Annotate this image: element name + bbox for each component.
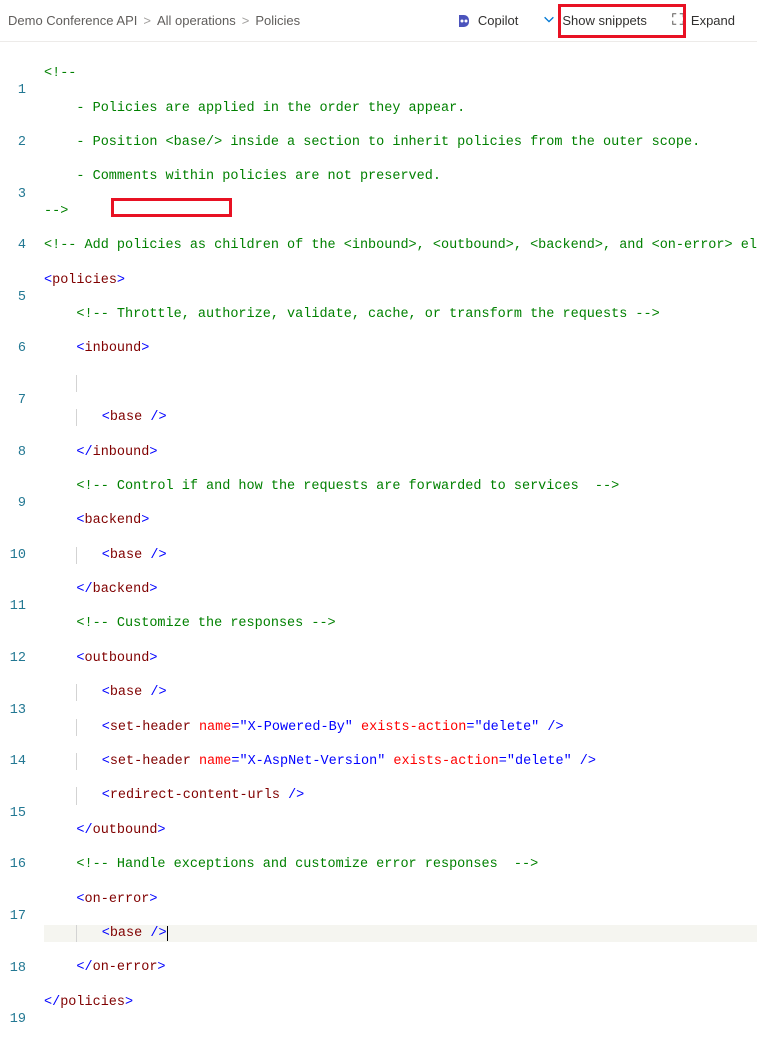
line-number: 15: [0, 805, 26, 822]
code-line: - Position <base/> inside a section to i…: [44, 134, 757, 151]
line-number: 10: [0, 547, 26, 564]
code-line: <!-- Handle exceptions and customize err…: [44, 856, 757, 873]
code-line-active: <base />: [44, 925, 757, 942]
annotation-highlight-line10: [111, 198, 232, 217]
code-line: <set-header name="X-Powered-By" exists-a…: [44, 719, 757, 736]
line-gutter: 1 2 3 4 5 6 7 8 9 10 11 12 13 14 15 16 1…: [0, 48, 44, 1056]
line-number: 6: [0, 340, 26, 357]
text-cursor: [167, 926, 168, 941]
code-line: </backend>: [44, 581, 757, 598]
code-line: <inbound>: [44, 340, 757, 357]
copilot-label: Copilot: [478, 13, 518, 28]
line-number: 4: [0, 237, 26, 254]
code-line: <set-header name="X-AspNet-Version" exis…: [44, 753, 757, 770]
code-line: <base />: [44, 409, 757, 426]
line-number: 18: [0, 960, 26, 977]
code-line: - Comments within policies are not prese…: [44, 168, 757, 185]
code-line: - Policies are applied in the order they…: [44, 100, 757, 117]
code-line: <outbound>: [44, 650, 757, 667]
breadcrumb-sep: >: [242, 13, 250, 28]
breadcrumb: Demo Conference API > All operations > P…: [8, 13, 300, 28]
code-line: <!-- Add policies as children of the <in…: [44, 237, 757, 254]
copilot-icon: [456, 13, 472, 29]
line-number: 3: [0, 186, 26, 203]
line-number: 14: [0, 753, 26, 770]
code-line: <backend>: [44, 512, 757, 529]
code-line: </policies>: [44, 994, 757, 1011]
code-line: </outbound>: [44, 822, 757, 839]
code-line: <!--: [44, 65, 757, 82]
chevron-down-icon: [542, 12, 556, 29]
code-line: <on-error>: [44, 891, 757, 908]
line-number: 13: [0, 702, 26, 719]
line-number: 2: [0, 134, 26, 151]
line-number: 7: [0, 392, 26, 409]
breadcrumb-item-policies[interactable]: Policies: [255, 13, 300, 28]
code-line: </inbound>: [44, 444, 757, 461]
code-line: <redirect-content-urls />: [44, 787, 757, 804]
code-line: </on-error>: [44, 959, 757, 976]
line-number: 12: [0, 650, 26, 667]
line-number: 5: [0, 289, 26, 306]
line-number: 9: [0, 495, 26, 512]
breadcrumb-item-operations[interactable]: All operations: [157, 13, 236, 28]
line-number: 1: [0, 82, 26, 99]
line-number: 16: [0, 856, 26, 873]
code-line: <base />: [44, 547, 757, 564]
breadcrumb-sep: >: [143, 13, 151, 28]
line-number: 8: [0, 444, 26, 461]
line-number: 11: [0, 598, 26, 615]
code-line: <!-- Control if and how the requests are…: [44, 478, 757, 495]
annotation-highlight-snippets: [558, 4, 686, 38]
code-line: <policies>: [44, 272, 757, 289]
code-line: <base />: [44, 684, 757, 701]
code-line: <!-- Customize the responses -->: [44, 615, 757, 632]
code-line: <!-- Throttle, authorize, validate, cach…: [44, 306, 757, 323]
code-editor[interactable]: 1 2 3 4 5 6 7 8 9 10 11 12 13 14 15 16 1…: [0, 42, 757, 1056]
code-line: [44, 375, 757, 392]
copilot-button[interactable]: Copilot: [446, 7, 528, 35]
breadcrumb-item-api[interactable]: Demo Conference API: [8, 13, 137, 28]
expand-label: Expand: [691, 13, 735, 28]
line-number: 19: [0, 1011, 26, 1028]
line-number: 17: [0, 908, 26, 925]
